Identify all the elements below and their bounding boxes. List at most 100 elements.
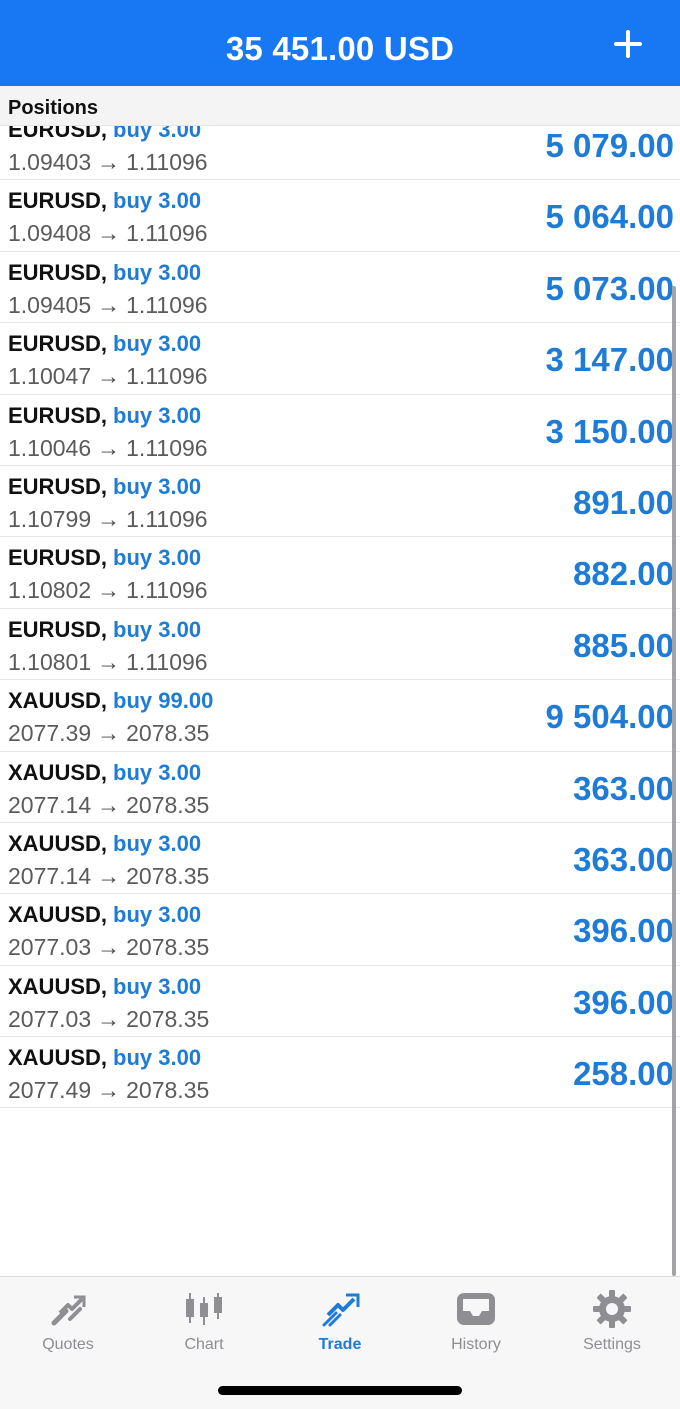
position-title: EURUSD, buy 3.00 (8, 260, 201, 286)
open-price: 1.09403 (8, 149, 92, 175)
separator: , (100, 126, 108, 142)
position-symbol: EURUSD (8, 402, 101, 428)
tab-label: Trade (318, 1336, 362, 1353)
position-row[interactable]: XAUUSD, buy 3.00 2077.49 → 2078.35 258.00 (0, 1037, 680, 1109)
position-trade: buy 3.00 (113, 259, 202, 285)
tab-trade[interactable]: Trade (272, 1277, 408, 1367)
history-icon (457, 1293, 495, 1325)
arrow-right-icon: → (97, 791, 121, 818)
position-row[interactable]: EURUSD, buy 3.00 1.09405 → 1.11096 5 073.00 (0, 252, 680, 324)
position-row[interactable]: XAUUSD, buy 3.00 2077.03 → 2078.35 396.00 (0, 966, 680, 1038)
separator: , (100, 402, 108, 428)
current-price: 1.11096 (126, 220, 208, 247)
position-row[interactable]: EURUSD, buy 3.00 1.09408 → 1.11096 5 064.00 (0, 180, 680, 252)
position-profit: 5 079.00 (545, 127, 674, 164)
open-price: 2077.03 (8, 934, 92, 961)
position-profit: 363.00 (573, 840, 674, 878)
position-prices: 1.10802 → 1.11096 (8, 577, 208, 604)
tab-chart[interactable]: Chart (136, 1277, 272, 1367)
position-prices: 1.09405 → 1.11096 (8, 292, 208, 319)
position-trade: buy 99.00 (113, 688, 214, 714)
current-price: 2078.35 (126, 791, 210, 818)
position-symbol: EURUSD (8, 545, 101, 571)
position-row[interactable]: XAUUSD, buy 3.00 2077.14 → 2078.35 363.00 (0, 752, 680, 823)
current-price: 1.11096 (126, 149, 208, 175)
arrow-right-icon: → (97, 934, 121, 961)
open-price: 1.10801 (8, 648, 92, 675)
open-price: 1.10802 (8, 577, 92, 604)
position-symbol: XAUUSD (8, 902, 101, 928)
current-price: 1.11096 (126, 434, 208, 461)
position-prices: 2077.03 → 2078.35 (8, 1006, 209, 1033)
positions-list[interactable]: EURUSD, buy 3.00 1.09403 → 1.11096 5 079.00 EU… (0, 126, 680, 1113)
position-trade: buy 3.00 (113, 616, 202, 642)
current-price: 1.11096 (126, 577, 208, 604)
position-row[interactable]: EURUSD, buy 3.00 1.10047 → 1.11096 3 147.00 (0, 323, 680, 395)
open-price: 1.10047 (8, 363, 92, 390)
position-row[interactable]: EURUSD, buy 3.00 1.10802 → 1.11096 882.00 (0, 537, 680, 609)
settings-icon (593, 1290, 631, 1328)
position-symbol: XAUUSD (8, 1045, 101, 1071)
separator: , (100, 259, 108, 285)
position-title: XAUUSD, buy 3.00 (8, 902, 201, 928)
position-trade: buy 3.00 (113, 402, 202, 428)
position-prices: 2077.14 → 2078.35 (8, 863, 209, 890)
current-price: 1.11096 (126, 291, 208, 318)
current-price: 2078.35 (126, 1005, 210, 1032)
tab-settings[interactable]: Settings (544, 1277, 680, 1367)
position-row[interactable]: EURUSD, buy 3.00 1.10801 → 1.11096 885.00 (0, 609, 680, 681)
separator: , (100, 688, 108, 714)
position-trade: buy 3.00 (113, 545, 202, 571)
position-trade: buy 3.00 (113, 473, 202, 499)
separator: , (100, 1045, 108, 1071)
position-row[interactable]: EURUSD, buy 3.00 1.10799 → 1.11096 891.00 (0, 466, 680, 538)
position-symbol: XAUUSD (8, 830, 101, 856)
position-title: XAUUSD, buy 3.00 (8, 831, 201, 857)
position-title: EURUSD, buy 3.00 (8, 331, 201, 357)
position-symbol: EURUSD (8, 259, 101, 285)
current-price: 2078.35 (126, 1077, 210, 1104)
position-symbol: XAUUSD (8, 759, 101, 785)
arrow-right-icon: → (97, 434, 121, 461)
tab-history[interactable]: History (408, 1277, 544, 1367)
position-trade: buy 3.00 (113, 331, 202, 357)
open-price: 1.09405 (8, 291, 92, 318)
quotes-icon (51, 1295, 86, 1326)
arrow-right-icon: → (97, 862, 121, 889)
open-price: 1.10799 (8, 505, 92, 532)
current-price: 2078.35 (126, 934, 210, 961)
position-row[interactable]: EURUSD, buy 3.00 1.09403 → 1.11096 5 079.00 (0, 126, 680, 181)
arrow-right-icon: → (97, 1005, 121, 1032)
position-trade: buy 3.00 (113, 188, 202, 214)
position-prices: 1.10047 → 1.11096 (8, 363, 208, 390)
arrow-right-icon: → (97, 648, 121, 675)
tab-label: Chart (184, 1336, 224, 1353)
position-profit: 363.00 (573, 769, 674, 807)
position-profit: 882.00 (573, 555, 674, 593)
separator: , (100, 473, 108, 499)
open-price: 2077.14 (8, 791, 92, 818)
position-title: EURUSD, buy 3.00 (8, 545, 201, 571)
position-row[interactable]: XAUUSD, buy 99.00 2077.39 → 2078.35 9 504.00 (0, 680, 680, 752)
position-title: EURUSD, buy 3.00 (8, 188, 201, 214)
separator: , (100, 331, 108, 357)
scrollbar[interactable] (672, 286, 676, 1276)
position-row[interactable]: EURUSD, buy 3.00 1.10046 → 1.11096 3 150.00 (0, 395, 680, 466)
add-order-button[interactable] (610, 26, 646, 62)
tab-quotes[interactable]: Quotes (0, 1277, 136, 1367)
current-price: 1.11096 (126, 648, 208, 675)
position-profit: 258.00 (573, 1055, 674, 1093)
trade-icon (322, 1293, 360, 1327)
position-title: XAUUSD, buy 3.00 (8, 974, 201, 1000)
position-prices: 1.09408 → 1.11096 (8, 220, 208, 247)
tab-label: History (451, 1336, 501, 1353)
position-symbol: EURUSD (8, 473, 101, 499)
separator: , (100, 902, 108, 928)
open-price: 2077.14 (8, 862, 92, 889)
open-price: 2077.49 (8, 1077, 92, 1104)
position-title: EURUSD, buy 3.00 (8, 617, 201, 643)
account-balance: 35 451.00 USD (225, 30, 455, 67)
position-row[interactable]: XAUUSD, buy 3.00 2077.14 → 2078.35 363.00 (0, 823, 680, 895)
position-row[interactable]: XAUUSD, buy 3.00 2077.03 → 2078.35 396.00 (0, 894, 680, 966)
separator: , (100, 759, 108, 785)
